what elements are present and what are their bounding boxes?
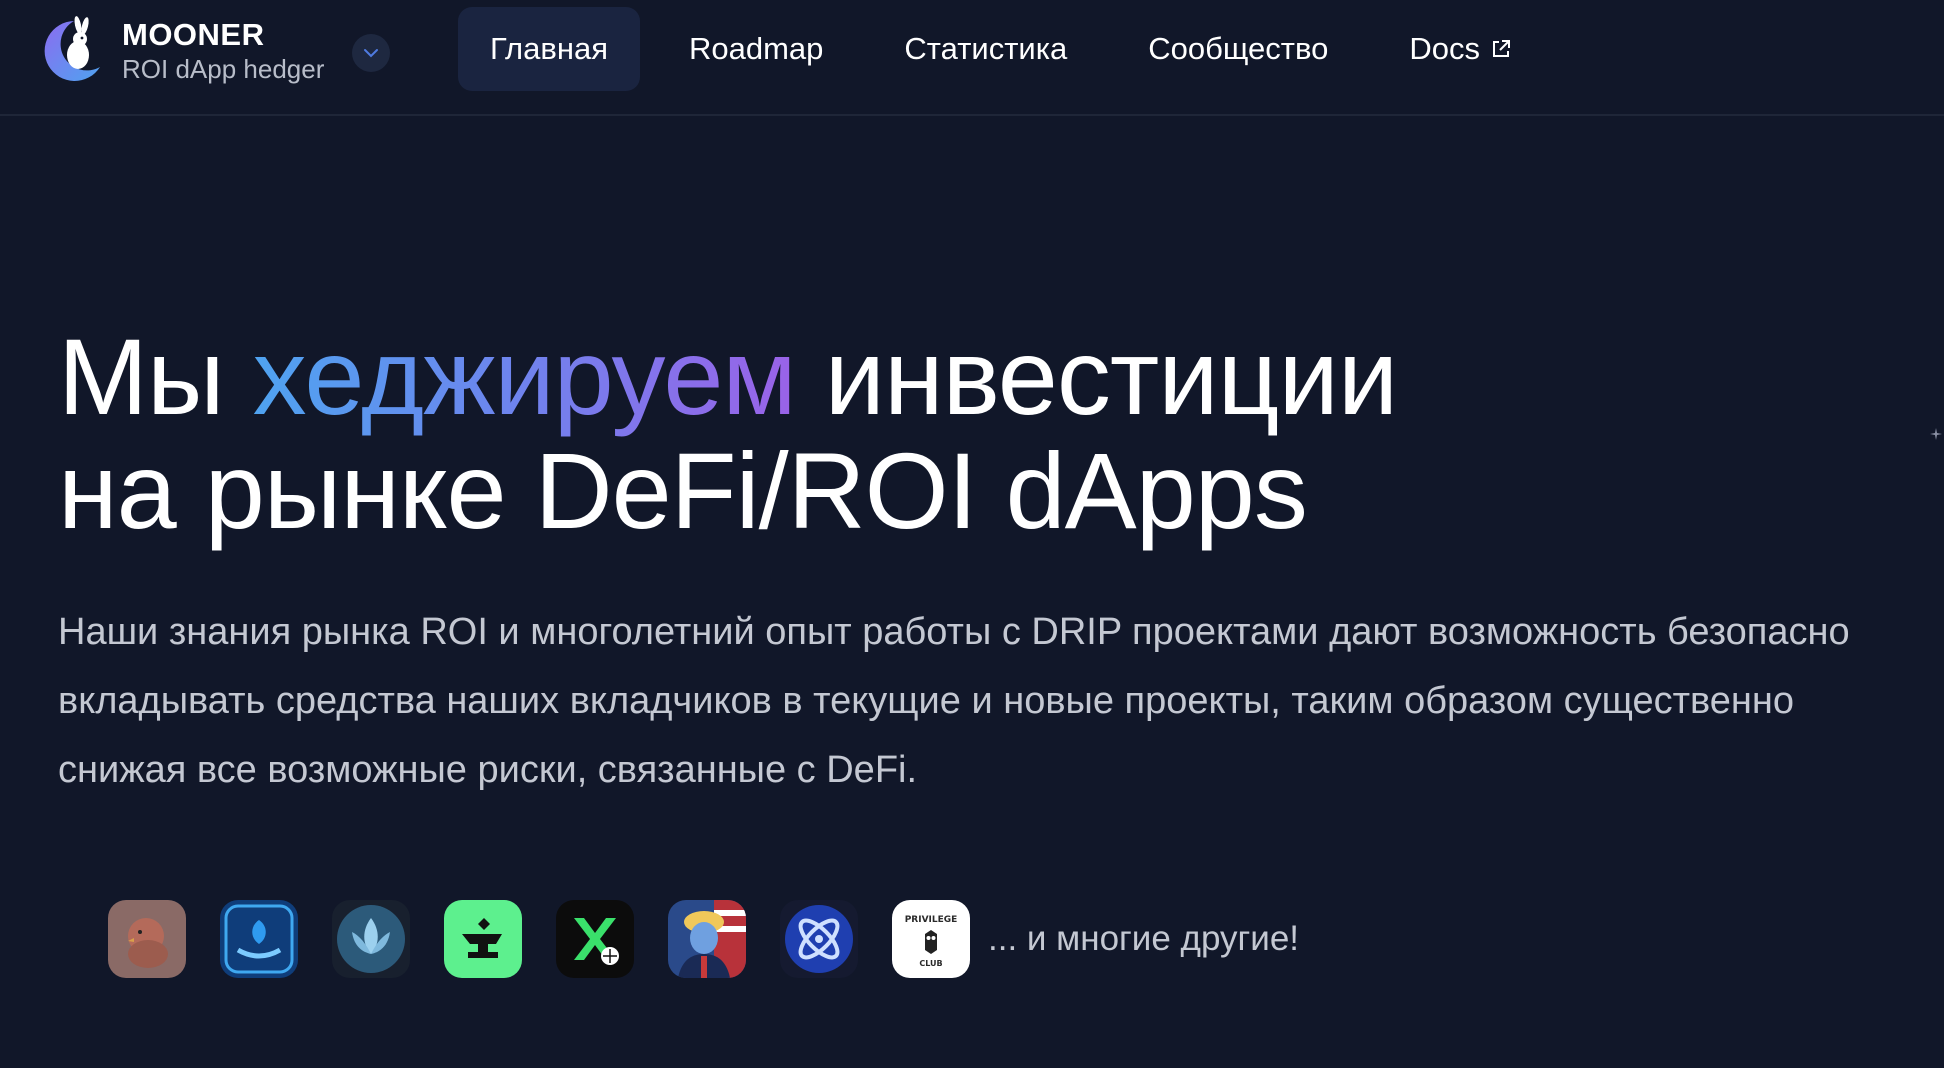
anvil-icon (444, 900, 522, 978)
chevron-down-icon (364, 49, 378, 58)
title-highlight: хеджируем (252, 316, 797, 437)
nav-item-roadmap[interactable]: Roadmap (657, 7, 855, 91)
nav-item-docs[interactable]: Docs (1377, 7, 1544, 91)
nav-label: Статистика (904, 31, 1068, 66)
nav-item-statistics[interactable]: Статистика (872, 7, 1099, 91)
nav-label: Сообщество (1148, 31, 1329, 66)
sparkle-icon (1930, 428, 1942, 440)
plant-hand-icon (220, 900, 298, 978)
hero-title: Мы хеджируем инвестиции на рынке DeFi/RO… (58, 320, 1758, 548)
project-icons-row: PRIVILEGE CLUB ... и многие другие! (108, 900, 1299, 978)
privilege-club-icon: PRIVILEGE CLUB (892, 900, 970, 978)
nav-label: Главная (490, 31, 608, 66)
trump-icon (668, 900, 746, 978)
chicken-icon (108, 900, 186, 978)
main-nav: Главная Roadmap Статистика Сообщество Do… (458, 7, 1561, 91)
moon-rabbit-logo (34, 15, 106, 87)
nav-item-home[interactable]: Главная (458, 7, 640, 91)
hero-description: Наши знания рынка ROI и многолетний опыт… (58, 611, 1850, 791)
nav-item-community[interactable]: Сообщество (1116, 7, 1360, 91)
brand[interactable]: MOONER ROI dApp hedger (34, 14, 324, 88)
brand-subtitle: ROI dApp hedger (122, 54, 325, 84)
title-text: Мы (58, 316, 253, 437)
lotus-icon (332, 900, 410, 978)
x-ball-icon (556, 900, 634, 978)
top-header: MOONER ROI dApp hedger Главная Roadmap С… (0, 0, 1944, 116)
privilege-text: PRIVILEGE (905, 915, 958, 925)
external-link-icon (1492, 40, 1510, 57)
more-projects-text: ... и многие другие! (988, 919, 1300, 958)
brand-menu-toggle[interactable] (352, 34, 390, 72)
title-text: инвестиции (795, 316, 1399, 437)
nav-label: Docs (1409, 31, 1480, 66)
brand-name: MOONER (122, 17, 265, 52)
privilege-sub: CLUB (919, 959, 942, 968)
atom-icon (780, 900, 858, 978)
title-line-2: на рынке DeFi/ROI dApps (58, 430, 1308, 551)
nav-label: Roadmap (689, 31, 824, 66)
